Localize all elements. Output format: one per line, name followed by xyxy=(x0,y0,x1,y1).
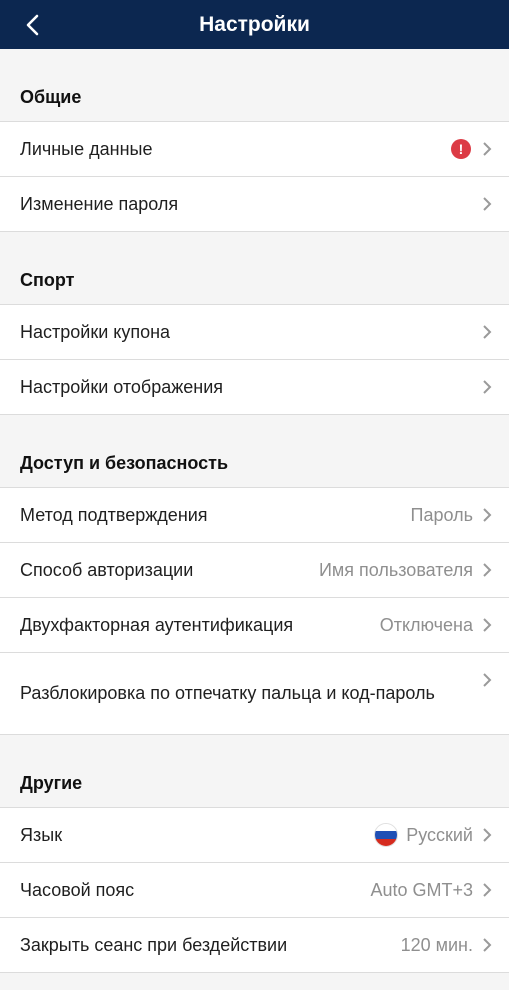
settings-item-display[interactable]: Настройки отображения xyxy=(0,360,509,415)
section-title-other: Другие xyxy=(0,735,509,808)
settings-item-label: Личные данные xyxy=(20,138,153,159)
settings-item-label: Метод подтверждения xyxy=(20,504,208,525)
settings-item-value: Auto GMT+3 xyxy=(370,879,473,900)
chevron-right-icon xyxy=(481,378,493,396)
settings-item-coupon[interactable]: Настройки купона xyxy=(0,305,509,360)
chevron-right-icon xyxy=(481,616,493,634)
settings-item-value: Имя пользователя xyxy=(318,559,473,580)
chevron-right-icon xyxy=(481,826,493,844)
chevron-right-icon xyxy=(481,506,493,524)
settings-item-confirm-method[interactable]: Метод подтверждения Пароль xyxy=(0,488,509,543)
settings-item-label: Настройки купона xyxy=(20,321,171,342)
settings-item-label: Разблокировка по отпечатку пальца и код-… xyxy=(20,683,435,703)
settings-item-label: Настройки отображения xyxy=(20,376,224,397)
chevron-right-icon xyxy=(481,881,493,899)
settings-item-value: 120 мин. xyxy=(400,934,473,955)
chevron-right-icon xyxy=(481,671,493,689)
alert-icon: ! xyxy=(451,139,471,159)
settings-item-fingerprint[interactable]: Разблокировка по отпечатку пальца и код-… xyxy=(0,653,509,735)
settings-item-personal-data[interactable]: Личные данные ! xyxy=(0,122,509,177)
settings-item-label: Изменение пароля xyxy=(20,193,179,214)
settings-item-value: Пароль xyxy=(410,504,473,525)
settings-item-password[interactable]: Изменение пароля xyxy=(0,177,509,232)
settings-item-two-factor[interactable]: Двухфакторная аутентификация Отключена xyxy=(0,598,509,653)
section-title-general: Общие xyxy=(0,49,509,122)
chevron-right-icon xyxy=(481,936,493,954)
chevron-right-icon xyxy=(481,561,493,579)
chevron-right-icon xyxy=(481,140,493,158)
back-button[interactable] xyxy=(14,0,50,49)
chevron-right-icon xyxy=(481,323,493,341)
page-title: Настройки xyxy=(199,12,310,36)
chevron-left-icon xyxy=(26,14,39,35)
settings-item-label: Закрыть сеанс при бездействии xyxy=(20,934,288,955)
settings-item-value: Отключена xyxy=(379,614,473,635)
settings-item-session-timeout[interactable]: Закрыть сеанс при бездействии 120 мин. xyxy=(0,918,509,973)
settings-item-label: Язык xyxy=(20,824,63,845)
settings-item-label: Способ авторизации xyxy=(20,559,194,580)
top-bar: Настройки xyxy=(0,0,509,49)
settings-item-timezone[interactable]: Часовой пояс Auto GMT+3 xyxy=(0,863,509,918)
russia-flag-icon xyxy=(374,823,399,847)
section-title-sport: Спорт xyxy=(0,232,509,305)
settings-item-auth-method[interactable]: Способ авторизации Имя пользователя xyxy=(0,543,509,598)
settings-item-language[interactable]: Язык Русский xyxy=(0,808,509,863)
settings-item-label: Часовой пояс xyxy=(20,879,135,900)
settings-item-label: Двухфакторная аутентификация xyxy=(20,614,294,635)
settings-item-value: Русский xyxy=(406,824,473,845)
section-title-security: Доступ и безопасность xyxy=(0,415,509,488)
chevron-right-icon xyxy=(481,195,493,213)
